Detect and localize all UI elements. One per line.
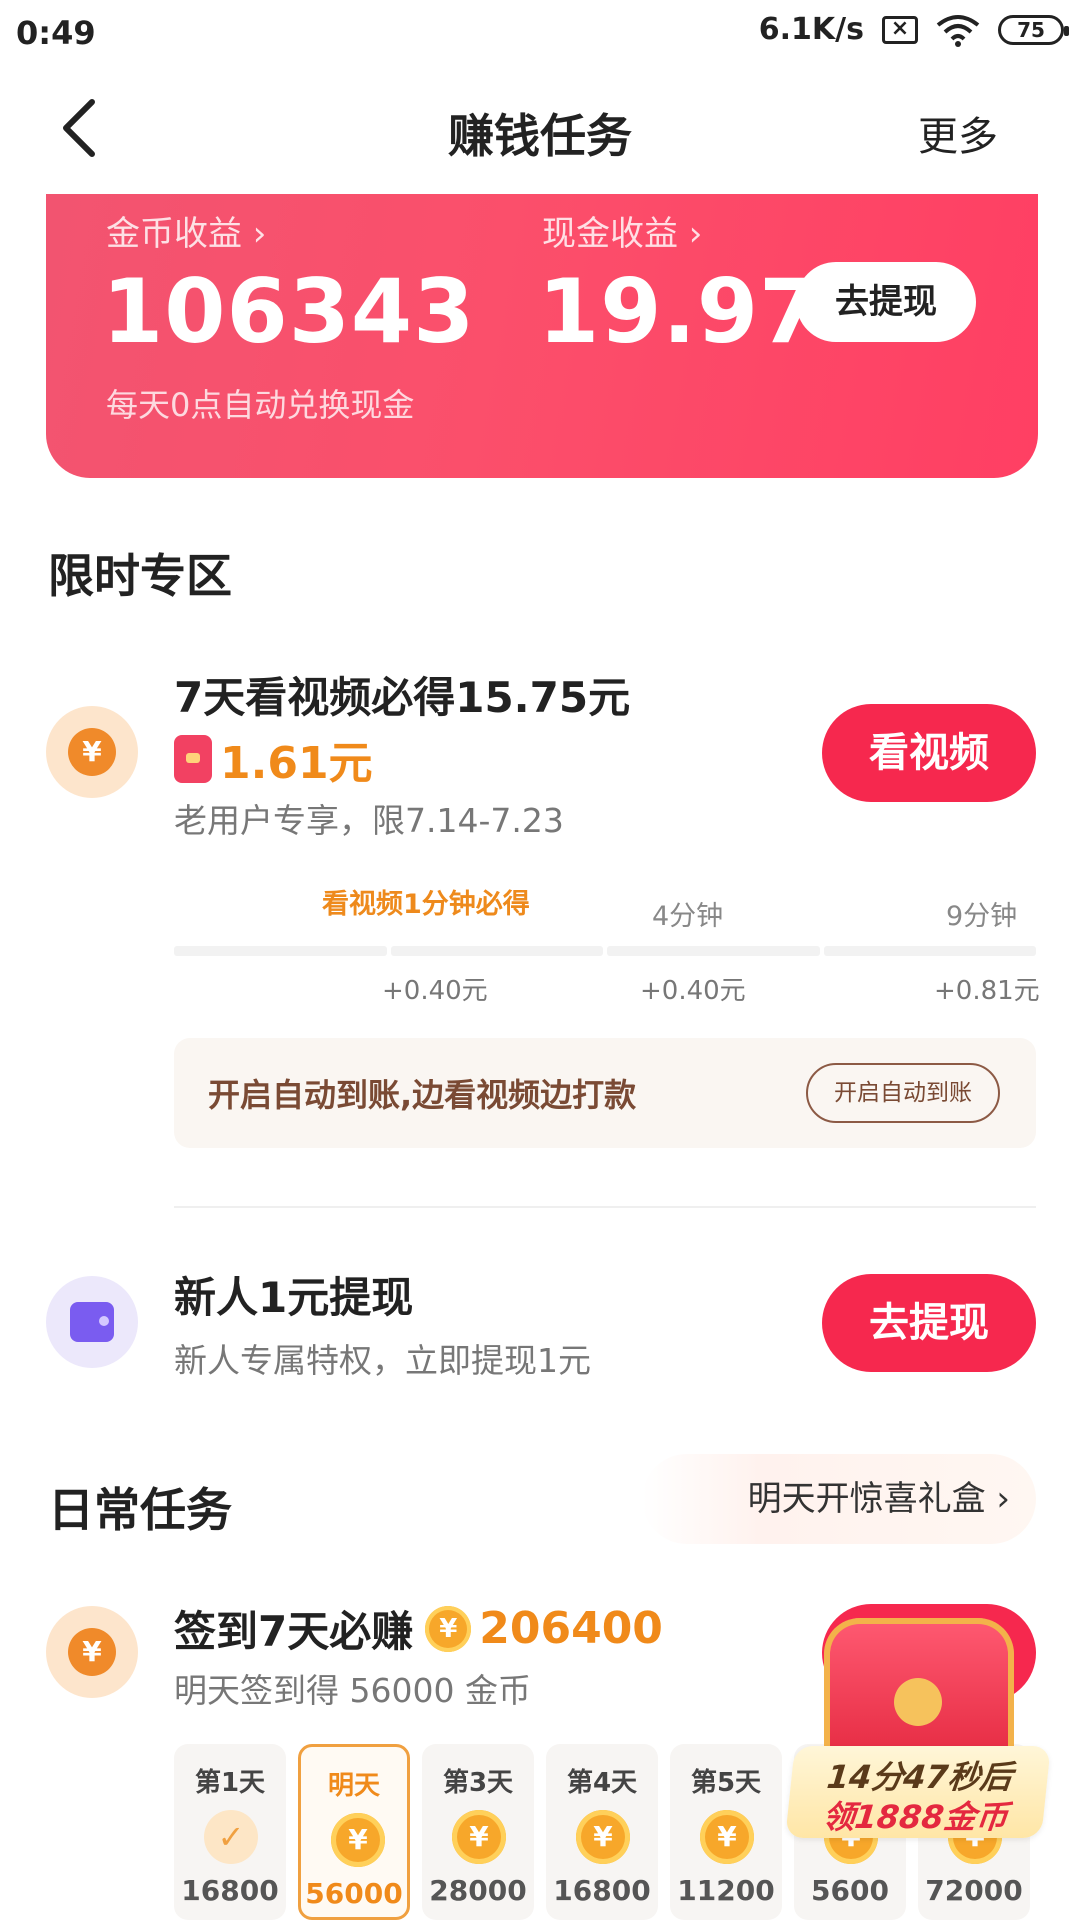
gold-coin-icon: ¥ [576, 1810, 630, 1864]
newbie-task-icon [46, 1276, 138, 1368]
no-sim-icon: × [882, 15, 918, 44]
network-speed: 6.1K/s [758, 12, 864, 47]
day-value: 16800 [181, 1874, 279, 1907]
auto-payout-text: 开启自动到账,边看视频边打款 [208, 1076, 637, 1114]
signin-title: 签到7天必赚 [174, 1607, 414, 1656]
milestone-label: 4分钟 [652, 901, 724, 932]
limited-section-title: 限时专区 [48, 549, 232, 603]
milestone-reward: +0.40元 [640, 976, 746, 1006]
milestone-reward: +0.40元 [382, 976, 488, 1006]
coin-earnings-link[interactable]: 金币收益 › [106, 206, 266, 255]
more-button[interactable]: 更多 [918, 104, 998, 162]
gold-coin-icon: ¥ [452, 1810, 506, 1864]
progress-segment [823, 946, 1036, 956]
day-label: 第3天 [442, 1768, 514, 1798]
coin-earnings-value: 106343 [102, 260, 476, 363]
status-time: 0:49 [16, 14, 96, 52]
cash-earnings-link[interactable]: 现金收益 › [542, 206, 702, 255]
day-label: 第5天 [690, 1768, 762, 1798]
video-task-icon: ¥ [46, 706, 138, 798]
day-label: 明天 [327, 1771, 380, 1801]
daily-section-title: 日常任务 [48, 1483, 232, 1537]
video-progress-bar [174, 946, 1036, 956]
progress-segment [607, 946, 820, 956]
gold-coin-icon: ¥ [425, 1605, 472, 1652]
wallet-icon [70, 1302, 114, 1342]
divider [174, 1206, 1036, 1208]
milestone-label: 看视频1分钟必得 [322, 889, 530, 920]
withdraw-button[interactable]: 去提现 [796, 262, 976, 342]
progress-segment [390, 946, 603, 956]
video-task-reward: 1.61元 [174, 727, 373, 791]
signin-subtitle: 明天签到得 56000 金币 [174, 1671, 531, 1710]
video-task-title: 7天看视频必得15.75元 [174, 673, 631, 722]
exchange-note: 每天0点自动兑换现金 [106, 386, 415, 424]
day-value: 5600 [811, 1874, 889, 1907]
day-value: 72000 [925, 1874, 1023, 1907]
chest-timer-reward: 领1888金币 [820, 1798, 1010, 1836]
chest-timer-badge[interactable]: 14分47秒后 领1888金币 [785, 1746, 1051, 1838]
newbie-task-subtitle: 新人专属特权，立即提现1元 [174, 1341, 591, 1380]
watch-video-button[interactable]: 看视频 [822, 704, 1036, 802]
signin-title-row: 签到7天必赚 ¥ 206400 [174, 1598, 663, 1659]
progress-segment [174, 946, 387, 956]
cash-earnings-value: 19.97 [538, 260, 822, 363]
video-task-subtitle: 老用户专享，限7.14-7.23 [174, 801, 564, 840]
signin-day[interactable]: 明天 ¥ 56000 [298, 1744, 410, 1920]
yuan-coin-icon: ¥ [68, 1628, 116, 1676]
day-value: 11200 [677, 1874, 775, 1907]
gold-coin-icon: ¥ [700, 1810, 754, 1864]
milestone-label: 9分钟 [946, 901, 1018, 932]
signin-day[interactable]: 第4天 ¥ 16800 [546, 1744, 658, 1920]
status-bar: 0:49 6.1K/s × 75 [0, 0, 1080, 66]
enable-auto-payout-button[interactable]: 开启自动到账 [806, 1063, 1000, 1123]
signin-day[interactable]: 第5天 ¥ 11200 [670, 1744, 782, 1920]
milestone-reward: +0.81元 [934, 976, 1040, 1006]
day-value: 56000 [305, 1877, 403, 1910]
day-value: 28000 [429, 1874, 527, 1907]
status-right: 6.1K/s × 75 [758, 12, 1069, 47]
day-label: 第4天 [566, 1768, 638, 1798]
reward-amount: 1.61元 [220, 738, 373, 789]
chest-lock-icon [894, 1678, 942, 1726]
day-value: 16800 [553, 1874, 651, 1907]
signin-total: 206400 [479, 1603, 663, 1654]
day-label: 第1天 [194, 1768, 266, 1798]
earnings-card: 金币收益 › 106343 现金收益 › 19.97 去提现 每天0点自动兑换现… [46, 194, 1038, 478]
red-packet-icon [174, 735, 212, 783]
wifi-icon [936, 14, 980, 47]
newbie-withdraw-button[interactable]: 去提现 [822, 1274, 1036, 1372]
yuan-coin-icon: ¥ [68, 728, 116, 776]
gold-coin-icon: ¥ [331, 1813, 385, 1867]
surprise-box-link[interactable]: 明天开惊喜礼盒 › [642, 1454, 1036, 1544]
signin-day[interactable]: 第1天 ✓ 16800 [174, 1744, 286, 1920]
auto-payout-banner: 开启自动到账,边看视频边打款 开启自动到账 [174, 1038, 1036, 1148]
battery-icon: 75 [998, 14, 1069, 45]
check-icon: ✓ [204, 1810, 258, 1864]
newbie-task-title: 新人1元提现 [174, 1273, 414, 1322]
signin-task-icon: ¥ [46, 1606, 138, 1698]
nav-bar: 赚钱任务 更多 [0, 66, 1080, 190]
signin-day[interactable]: 第3天 ¥ 28000 [422, 1744, 534, 1920]
